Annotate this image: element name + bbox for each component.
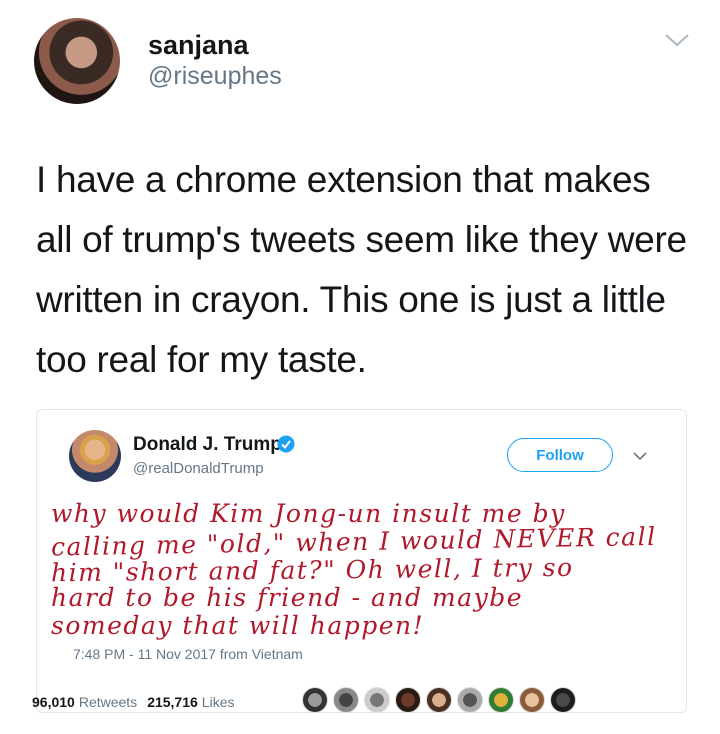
liker-avatar[interactable] <box>395 687 421 713</box>
likes-stat[interactable]: 215,716 Likes <box>147 694 234 710</box>
crayon-line: someday that will happen! <box>51 611 425 640</box>
chevron-down-icon[interactable] <box>664 32 690 53</box>
liker-avatar[interactable] <box>457 687 483 713</box>
liker-avatar[interactable] <box>302 687 328 713</box>
likes-count: 215,716 <box>147 694 198 710</box>
chevron-down-icon[interactable] <box>633 448 647 466</box>
location-link[interactable]: Vietnam <box>252 646 303 662</box>
liker-avatars <box>302 685 581 715</box>
liker-avatar[interactable] <box>488 687 514 713</box>
from-label: from <box>219 646 248 662</box>
quoted-display-name[interactable]: Donald J. Trump <box>133 434 282 456</box>
crayon-line: hard to be his friend - and maybe <box>51 583 523 612</box>
handle[interactable]: @riseuphes <box>148 62 282 91</box>
quoted-tweet-card[interactable]: Donald J. Trump @realDonaldTrump Follow … <box>36 409 687 713</box>
quoted-tweet-meta: 7:48 PM - 11 Nov 2017 from Vietnam <box>73 646 303 662</box>
retweets-label: Retweets <box>78 694 138 710</box>
avatar[interactable] <box>34 18 120 104</box>
verified-badge-icon <box>277 435 295 453</box>
retweets-stat[interactable]: 96,010 Retweets <box>32 694 137 710</box>
quoted-timestamp[interactable]: 7:48 PM - 11 Nov 2017 <box>73 646 216 662</box>
liker-avatar[interactable] <box>364 687 390 713</box>
retweets-count: 96,010 <box>32 694 75 710</box>
liker-avatar[interactable] <box>333 687 359 713</box>
follow-button[interactable]: Follow <box>507 438 613 472</box>
display-name[interactable]: sanjana <box>148 30 249 61</box>
crayon-line: him "short and fat?" Oh well, I try so <box>50 552 574 588</box>
engagement-stats: 96,010 Retweets 215,716 Likes <box>32 690 244 714</box>
liker-avatar[interactable] <box>550 687 576 713</box>
quoted-tweet-crayon-text: why would Kim Jong-un insult me by calli… <box>51 500 681 640</box>
quoted-avatar[interactable] <box>69 430 121 482</box>
likes-label: Likes <box>201 694 235 710</box>
quoted-handle[interactable]: @realDonaldTrump <box>133 460 264 477</box>
liker-avatar[interactable] <box>519 687 545 713</box>
tweet-text: I have a chrome extension that makes all… <box>36 159 687 380</box>
liker-avatar[interactable] <box>426 687 452 713</box>
